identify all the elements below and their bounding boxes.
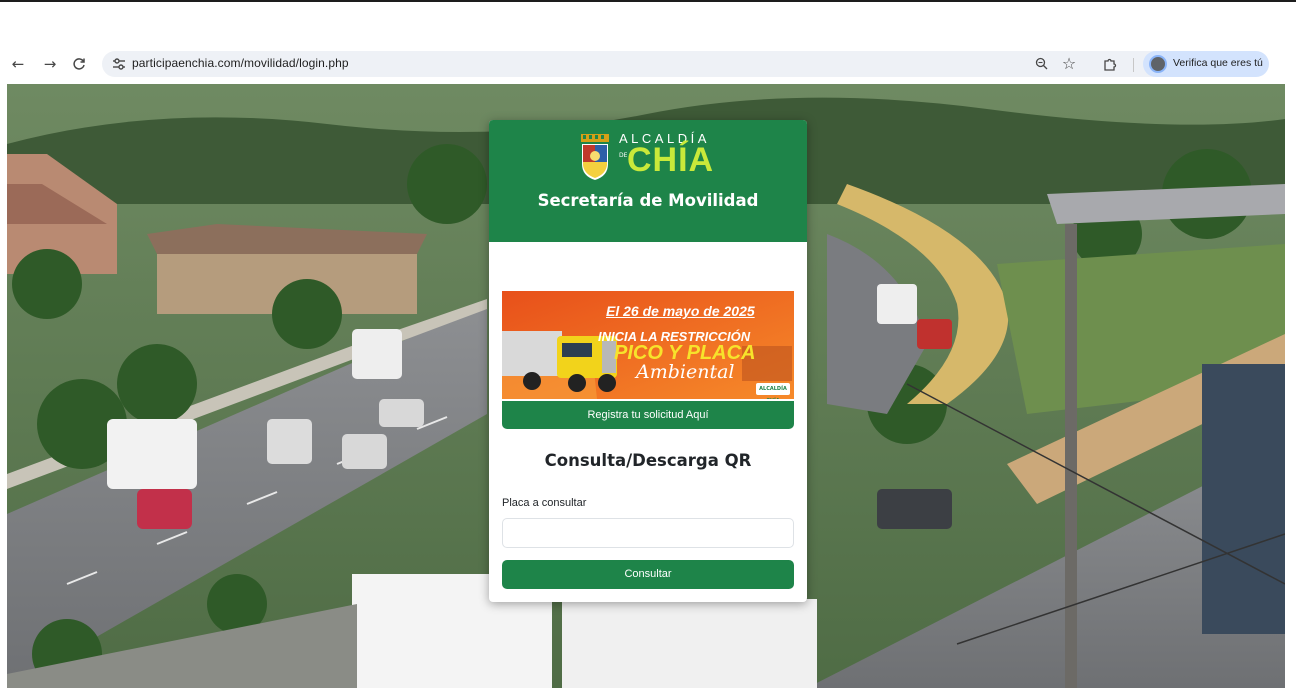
- card-header: ALCALDÍA DE CHÍA Secretaría de Movilidad: [489, 120, 807, 242]
- register-request-button[interactable]: Registra tu solicitud Aquí: [502, 401, 794, 429]
- profile-chip[interactable]: Verifica que eres tú: [1143, 51, 1269, 77]
- pico-y-placa-banner[interactable]: El 26 de mayo de 2025 INICIA LA RESTRICC…: [502, 291, 794, 399]
- consult-button[interactable]: Consultar: [502, 560, 794, 589]
- avatar: [1149, 55, 1167, 73]
- header-title: Secretaría de Movilidad: [537, 191, 759, 210]
- address-bar[interactable]: participaenchia.com/movilidad/login.php …: [102, 51, 1236, 77]
- login-card: ALCALDÍA DE CHÍA Secretaría de Movilidad: [489, 120, 807, 602]
- bookmark-star-icon[interactable]: ☆: [1060, 55, 1078, 73]
- zoom-icon[interactable]: [1032, 55, 1050, 73]
- alcaldia-chia-logo: ALCALDÍA DE CHÍA: [579, 130, 729, 186]
- window-top-edge: [0, 0, 1296, 2]
- site-info-icon[interactable]: [110, 55, 128, 73]
- form-title: Consulta/Descarga QR: [544, 451, 752, 470]
- banner-logo-badge: ALCALDÍA CHÍA: [756, 383, 790, 399]
- browser-toolbar: ← → participaenchia.com/movilidad/login.…: [0, 48, 1296, 80]
- toolbar-divider: [1133, 58, 1134, 72]
- coat-of-arms-icon: [581, 134, 609, 180]
- puzzle-icon[interactable]: [1100, 54, 1120, 74]
- plate-label: Placa a consultar: [502, 497, 587, 509]
- banner-date: El 26 de mayo de 2025: [606, 303, 755, 319]
- logo-main-text: CHÍA: [627, 141, 715, 179]
- reload-icon[interactable]: [69, 54, 89, 74]
- profile-label: Verifica que eres tú: [1173, 57, 1263, 69]
- plate-input[interactable]: [502, 518, 794, 548]
- forward-icon[interactable]: →: [40, 54, 60, 74]
- banner-line3: Ambiental: [636, 361, 735, 383]
- back-icon[interactable]: ←: [8, 54, 28, 74]
- url-text[interactable]: participaenchia.com/movilidad/login.php: [132, 56, 349, 70]
